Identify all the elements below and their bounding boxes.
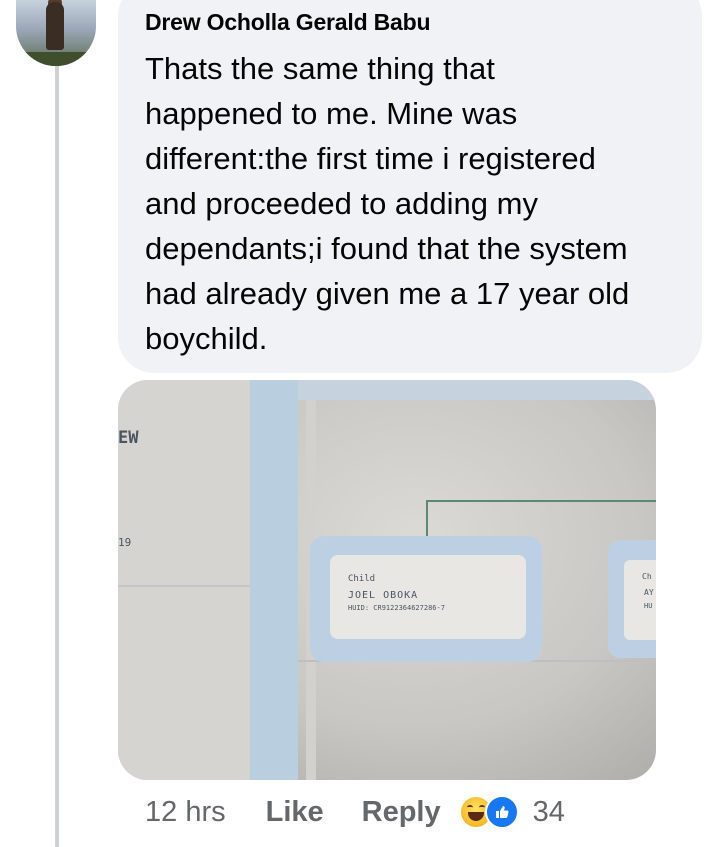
avatar-ground	[16, 52, 96, 66]
tree-connector-horizontal	[426, 500, 656, 502]
comment-photo[interactable]: EW 19 Child JOEL OBOKA HUID: CR912236462…	[118, 380, 656, 780]
reaction-count[interactable]: 34	[533, 796, 565, 829]
thumbs-up-icon	[495, 806, 509, 818]
avatar[interactable]	[16, 0, 96, 66]
comment-actions: 12 hrs Like Reply 34	[145, 790, 565, 834]
comment-author[interactable]: Drew Ocholla Gerald Babu	[145, 9, 431, 36]
second-card-line1: AY	[644, 588, 654, 597]
like-icon	[484, 795, 519, 829]
reply-button[interactable]: Reply	[362, 796, 441, 829]
photo-blue-column	[250, 380, 298, 780]
photo-left-number: 19	[118, 536, 132, 549]
thread-line	[55, 66, 59, 847]
haha-left-eye	[466, 805, 473, 810]
photo-top-band	[298, 380, 656, 400]
photo-left-rule	[118, 585, 250, 587]
photo-left-label: EW	[118, 428, 139, 448]
haha-right-eye	[478, 805, 485, 810]
child-card-role: Child	[348, 574, 376, 584]
comment-text: Thats the same thing that happened to me…	[145, 51, 630, 356]
tree-connector-vertical	[426, 500, 428, 536]
child-card-name: JOEL OBOKA	[348, 590, 419, 601]
second-card-line2: HU	[644, 602, 653, 610]
reactions-summary[interactable]	[458, 795, 519, 829]
comment-timestamp[interactable]: 12 hrs	[145, 796, 226, 829]
second-card-role: Ch	[642, 572, 652, 581]
haha-mouth	[467, 812, 484, 821]
like-button[interactable]: Like	[266, 796, 324, 829]
avatar-figure	[46, 2, 64, 50]
child-card-huid: HUID: CR9122364627286-7	[348, 604, 445, 612]
